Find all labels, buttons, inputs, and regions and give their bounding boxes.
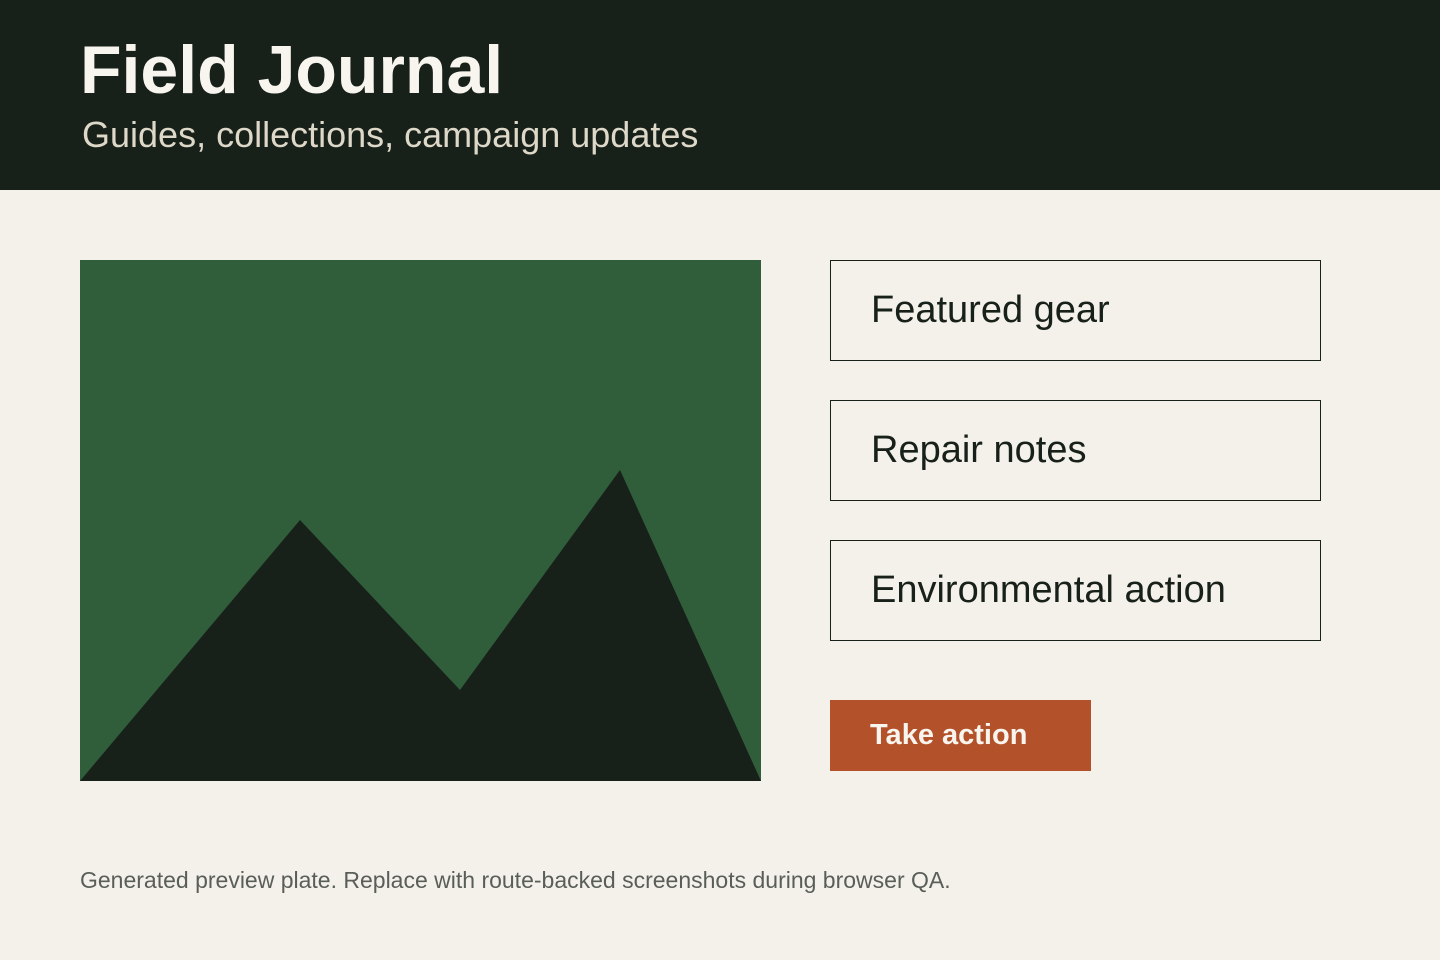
take-action-button[interactable]: Take action — [830, 700, 1091, 771]
take-action-label: Take action — [870, 719, 1028, 751]
mountain-illustration — [80, 470, 761, 781]
nav-card-repair-notes[interactable]: Repair notes — [830, 400, 1321, 501]
footnote: Generated preview plate. Replace with ro… — [80, 867, 951, 893]
nav-card-label: Featured gear — [871, 289, 1110, 331]
page-header: Field Journal Guides, collections, campa… — [0, 0, 1440, 190]
mountain-range — [80, 470, 761, 781]
nav-card-featured-gear[interactable]: Featured gear — [830, 260, 1321, 361]
site-title: Field Journal — [80, 32, 504, 108]
hero-image — [80, 260, 761, 781]
nav-card-environmental-action[interactable]: Environmental action — [830, 540, 1321, 641]
nav-card-label: Environmental action — [871, 569, 1226, 611]
site-subtitle: Guides, collections, campaign updates — [82, 114, 699, 155]
nav-card-label: Repair notes — [871, 429, 1087, 471]
